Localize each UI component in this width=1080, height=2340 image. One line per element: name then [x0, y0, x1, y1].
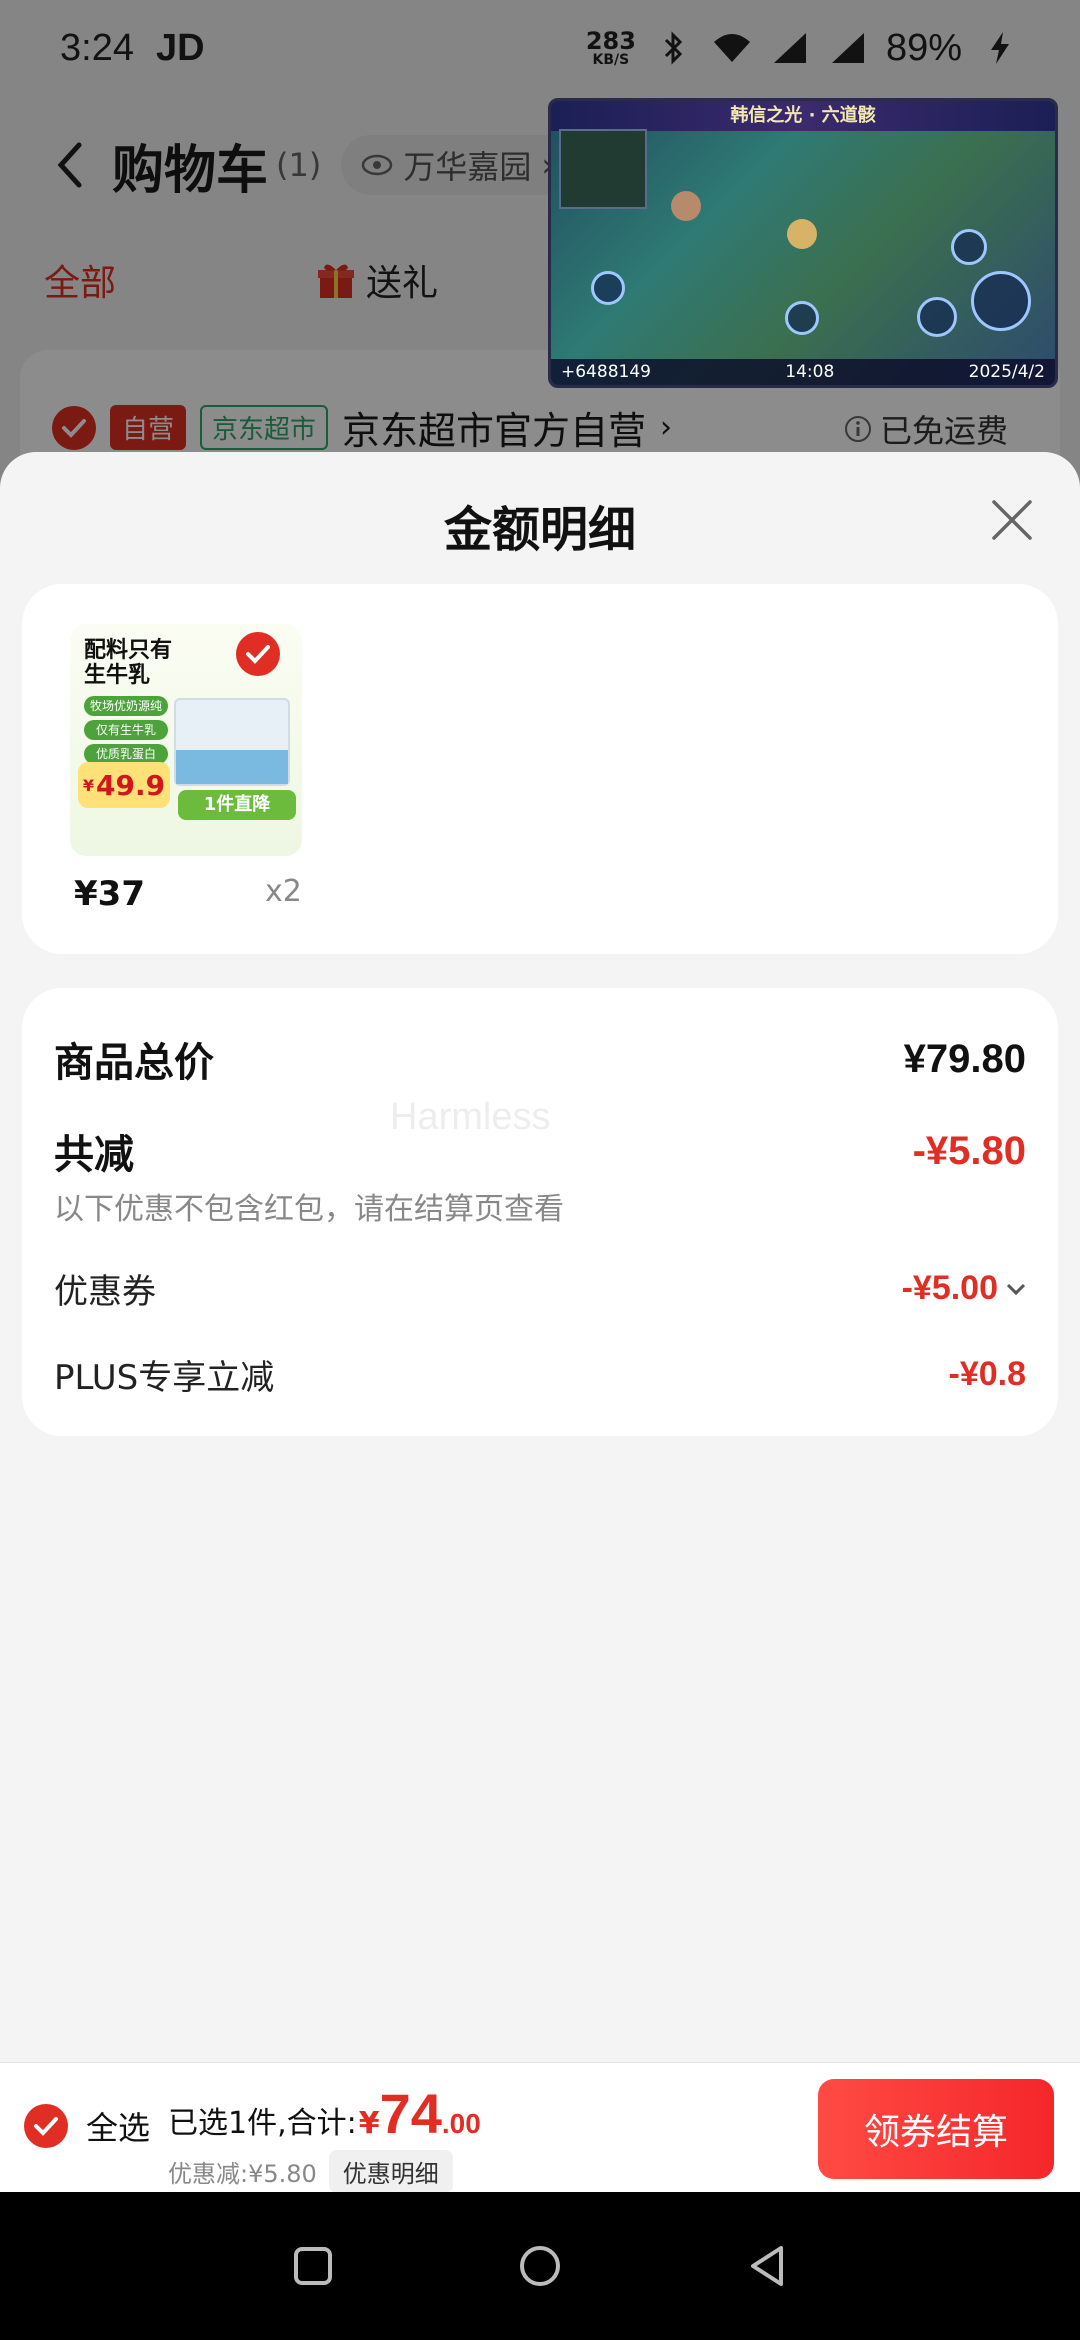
amount-detail-sheet: 金额明细 配料只有 生牛乳 牧场优奶源纯 仅有生牛乳 优质乳蛋白 ¥ 49.9 …: [0, 452, 1080, 2192]
saved-line: 优惠减:¥5.80 优惠明细: [168, 2150, 481, 2193]
game-skill-button: [951, 229, 987, 265]
selected-text: 已选1件,合计:: [168, 2106, 357, 2141]
video-hud: +6488149 14:08 2025/4/2: [551, 359, 1055, 385]
saved-text: 优惠减:¥5.80: [168, 2160, 317, 2188]
video-title: 韩信之光 · 六道骸: [551, 101, 1055, 131]
close-icon: [992, 500, 1032, 540]
discount-label: 共减: [54, 1132, 134, 1178]
total-amount-dec: .00: [441, 2108, 481, 2139]
milk-box-image: [174, 698, 290, 786]
thumb-price-value: 49.9: [96, 768, 166, 802]
thumb-price: ¥ 49.9: [78, 762, 170, 808]
thumb-banner: 1件直降: [178, 790, 296, 820]
game-skill-button: [917, 297, 957, 337]
thumb-headline-1: 配料只有: [84, 638, 173, 663]
floating-video-window[interactable]: 韩信之光 · 六道骸 +6488149 14:08 2025/4/2: [548, 98, 1058, 388]
coupon-row[interactable]: 优惠券 -¥5.00: [54, 1264, 1026, 1313]
chevron-down-icon: [1006, 1283, 1026, 1295]
video-score: +6488149: [561, 362, 651, 382]
checkout-button[interactable]: 领券结算: [818, 2079, 1054, 2179]
thumb-headline-2: 生牛乳: [84, 663, 151, 689]
total-label: 商品总价: [54, 1040, 214, 1086]
thumb-pill: 优质乳蛋白: [84, 744, 168, 764]
product-price: ¥37: [74, 874, 145, 914]
home-icon[interactable]: [510, 2236, 570, 2296]
discount-value: -¥5.80: [912, 1128, 1026, 1173]
video-date: 2025/4/2: [968, 362, 1045, 382]
select-all[interactable]: 全选: [24, 2103, 150, 2149]
total-value: ¥79.80: [903, 1036, 1026, 1081]
watermark: Harmless: [390, 1096, 551, 1138]
checkout-bar: 全选 已选1件,合计: ¥ 74 .00 优惠减:¥5.80 优惠明细 领券结算: [0, 2062, 1080, 2193]
game-skill-button: [971, 271, 1031, 331]
plus-label: PLUS专享立减: [54, 1358, 275, 1398]
game-monster-sprite: [671, 191, 701, 221]
game-skill-button: [785, 301, 819, 335]
product-card: 配料只有 生牛乳 牧场优奶源纯 仅有生牛乳 优质乳蛋白 ¥ 49.9 1件直降 …: [22, 584, 1058, 954]
game-hero-sprite: [787, 219, 817, 249]
sheet-title: 金额明细: [443, 502, 636, 558]
plus-value: -¥0.8: [948, 1355, 1027, 1393]
plus-row: PLUS专享立减 -¥0.8: [54, 1350, 1026, 1399]
video-time: 14:08: [785, 362, 835, 382]
total-amount-int: 74: [379, 2082, 442, 2145]
discount-detail-button[interactable]: 优惠明细: [328, 2150, 453, 2193]
close-button[interactable]: [984, 492, 1040, 548]
back-triangle-icon[interactable]: [737, 2236, 797, 2296]
checkout-totals: 已选1件,合计: ¥ 74 .00 优惠减:¥5.80 优惠明细: [168, 2081, 481, 2193]
coupon-label: 优惠券: [54, 1272, 156, 1312]
thumb-pill: 仅有生牛乳: [84, 720, 168, 740]
total-row: 商品总价 ¥79.80: [54, 1030, 1026, 1088]
recents-icon[interactable]: [283, 2236, 343, 2296]
discount-note: 以下优惠不包含红包，请在结算页查看: [54, 1192, 564, 1227]
price-summary-card: 商品总价 ¥79.80 共减 -¥5.80 以下优惠不包含红包，请在结算页查看 …: [22, 988, 1058, 1436]
select-all-check-icon[interactable]: [24, 2104, 68, 2148]
coupon-value-wrap: -¥5.00: [902, 1269, 1026, 1308]
coupon-value: -¥5.00: [901, 1269, 998, 1307]
total-line: 已选1件,合计: ¥ 74 .00: [168, 2081, 481, 2146]
select-all-label: 全选: [86, 2109, 151, 2147]
game-minimap: [559, 129, 647, 209]
product-quantity: x2: [265, 874, 302, 909]
thumb-pill: 牧场优奶源纯: [84, 696, 168, 716]
total-currency: ¥: [358, 2106, 380, 2141]
thumb-headline: 配料只有 生牛乳: [84, 638, 172, 689]
game-joystick: [591, 271, 625, 305]
system-nav-bar: [0, 2192, 1080, 2340]
product-check-icon[interactable]: [236, 632, 280, 676]
thumb-currency: ¥: [82, 775, 95, 795]
